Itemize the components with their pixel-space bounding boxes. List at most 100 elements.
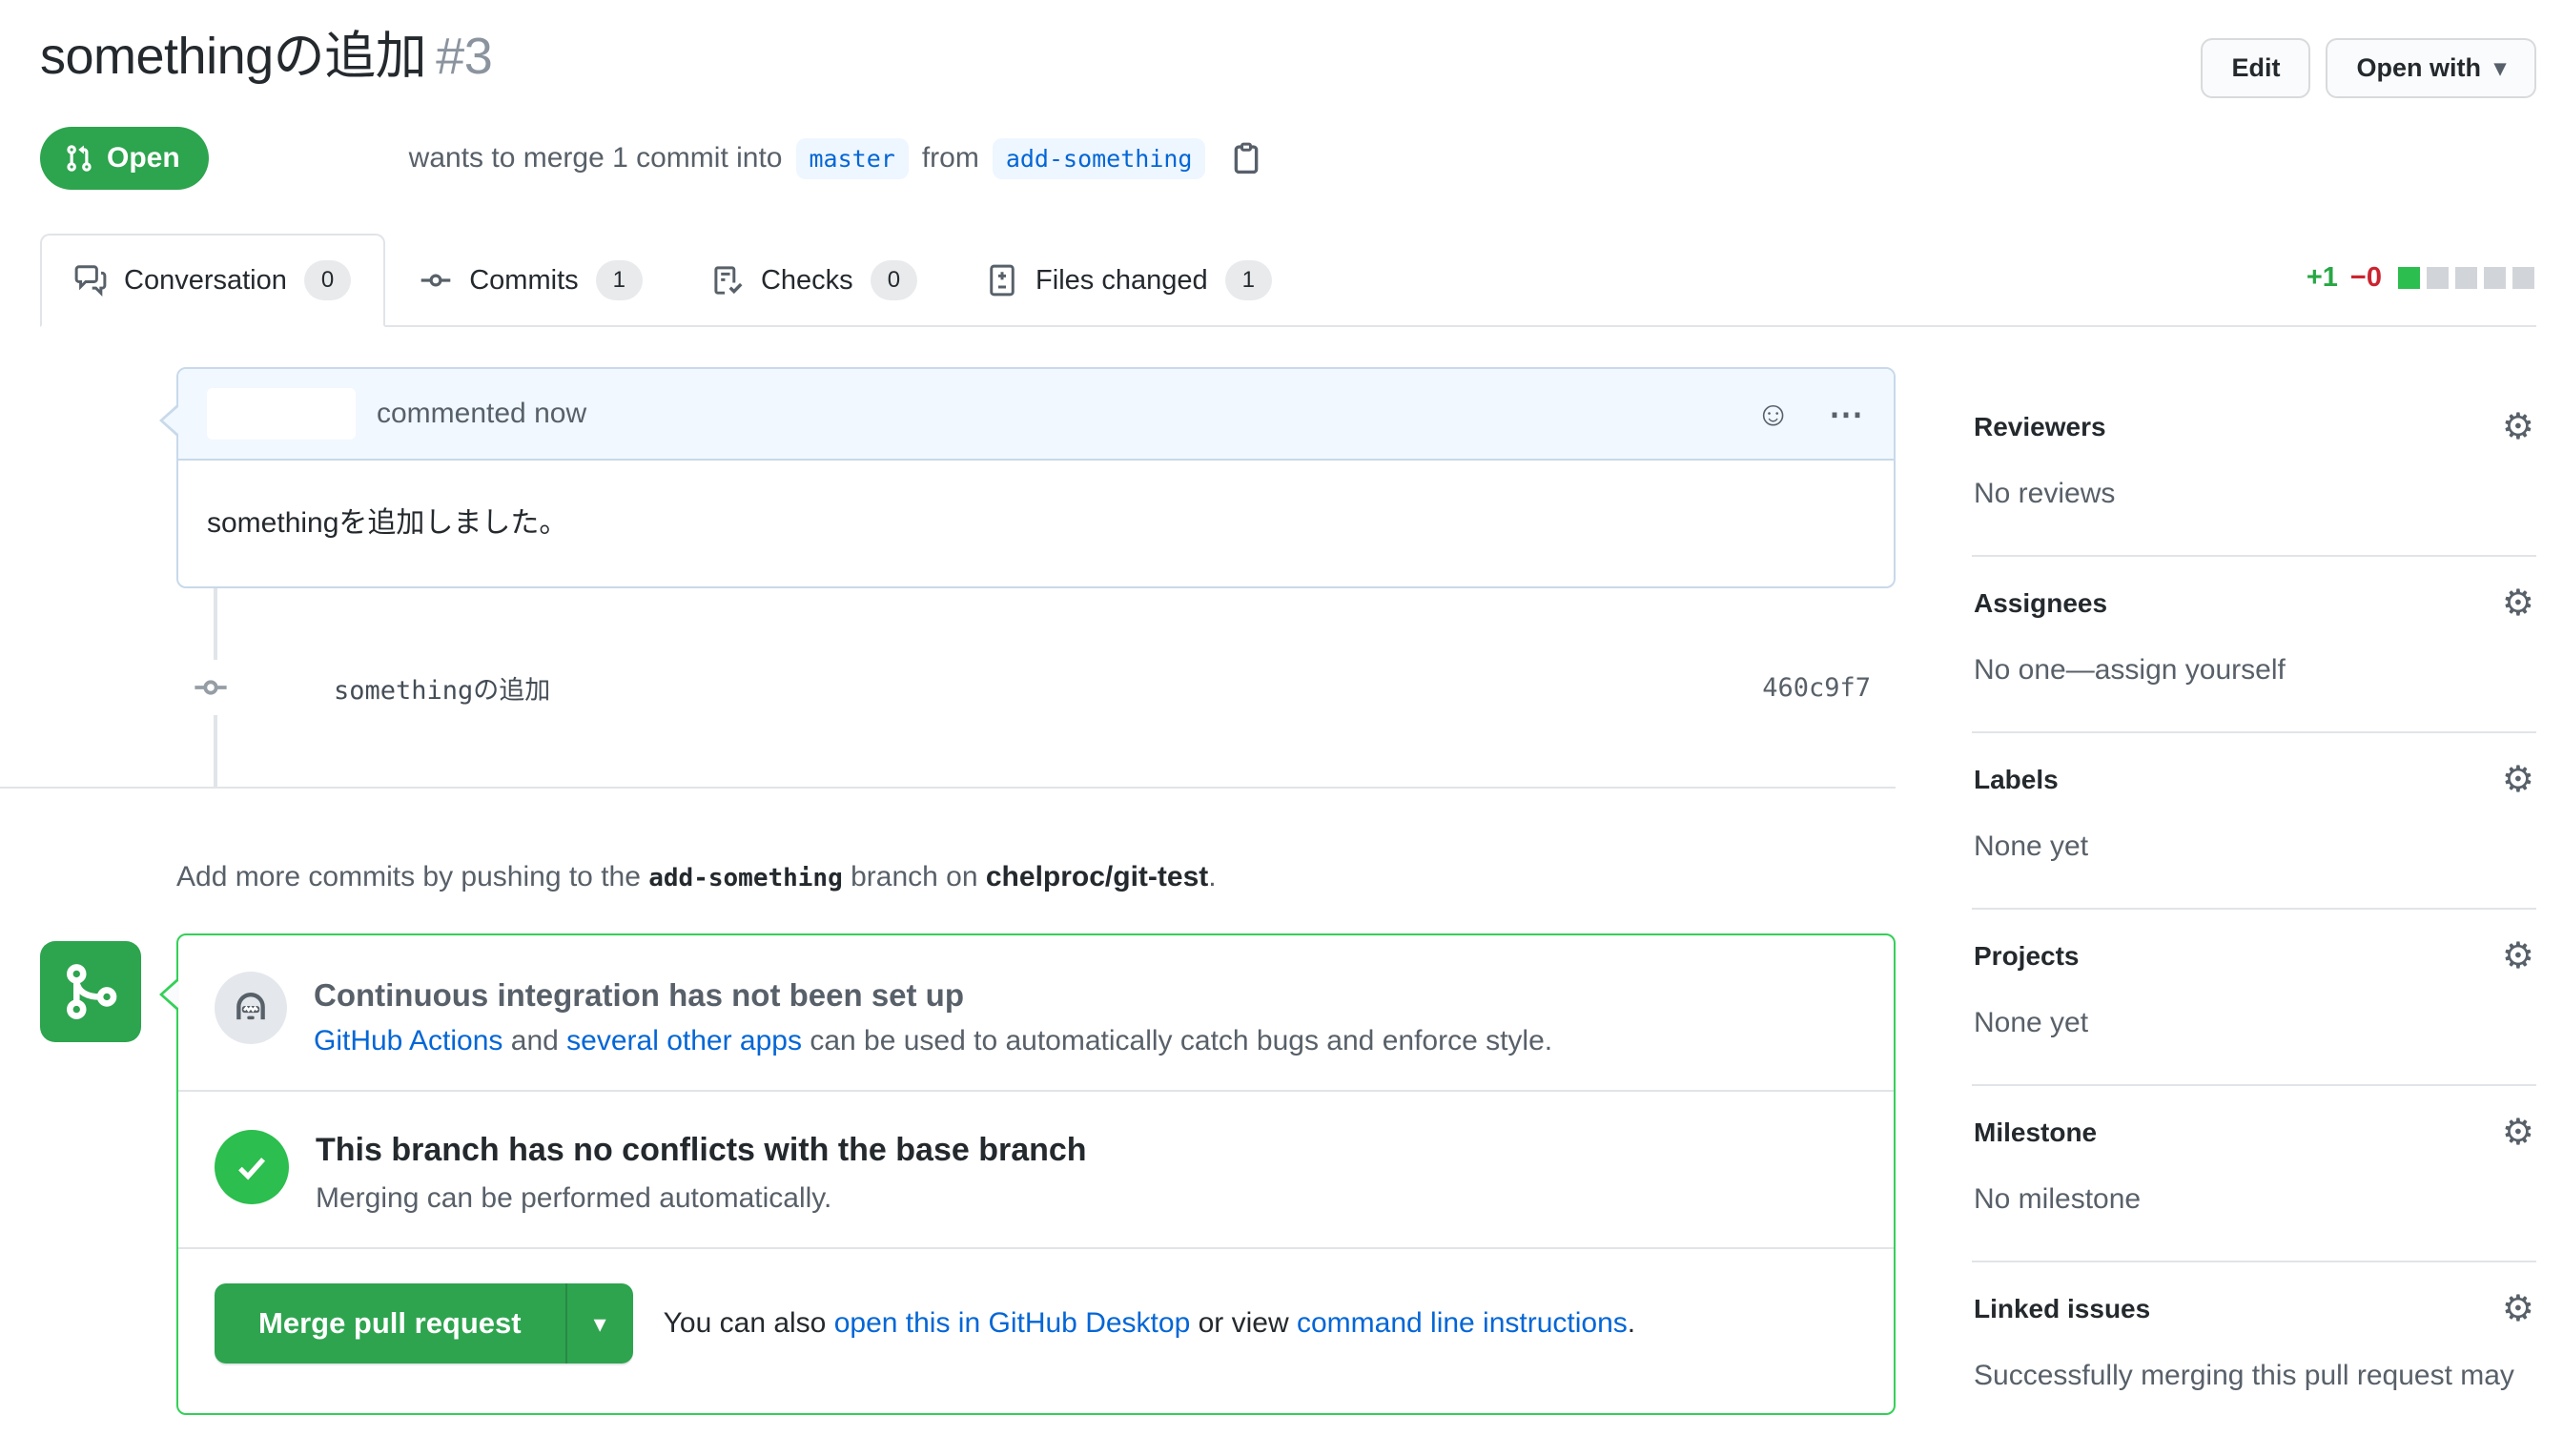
merge-box: Continuous integration has not been set … (176, 933, 1896, 1415)
diff-block-neutral (2455, 267, 2477, 289)
sidebar-label: Projects (1974, 941, 2080, 972)
ci-title: Continuous integration has not been set … (314, 977, 1552, 1014)
sidebar-label: Milestone (1974, 1118, 2097, 1148)
chevron-down-icon: ▾ (594, 1311, 606, 1336)
conflict-title: This branch has no conflicts with the ba… (316, 1132, 1087, 1169)
gear-icon[interactable]: ⚙ (2502, 762, 2534, 798)
kebab-menu-icon[interactable]: ⋯ (1829, 397, 1865, 431)
gear-icon[interactable]: ⚙ (2502, 1291, 2534, 1327)
repo-name: chelproc/git-test (986, 861, 1208, 892)
comment-body: somethingを追加しました。 (178, 461, 1894, 586)
timeline-divider (0, 787, 1896, 789)
sidebar-value: No milestone (1974, 1178, 2534, 1220)
comment-actions: ☺ ⋯ (1755, 397, 1865, 431)
push-hint-post: . (1208, 861, 1216, 892)
push-hint-pre: Add more commits by pushing to the (176, 861, 641, 892)
sidebar-item-labels: Labels ⚙ None yet (1972, 733, 2536, 910)
commit-message-link[interactable]: somethingの追加 (334, 669, 1762, 707)
page-title: somethingの追加#3 (40, 25, 2201, 90)
tab-checks[interactable]: Checks 0 (677, 234, 952, 327)
pr-number: #3 (436, 28, 492, 85)
alt-post: . (1628, 1307, 1635, 1339)
check-circle-icon (215, 1130, 289, 1204)
tab-label: Checks (761, 265, 853, 297)
diff-block-neutral (2484, 267, 2506, 289)
merge-options-dropdown[interactable]: ▾ (567, 1283, 633, 1364)
comment-timestamp: commented now (377, 398, 586, 430)
tab-count: 0 (304, 260, 351, 300)
sidebar-label: Linked issues (1974, 1294, 2150, 1324)
sidebar-item-projects: Projects ⚙ None yet (1972, 910, 2536, 1086)
status-badge-label: Open (107, 142, 180, 174)
tab-count: 1 (1225, 260, 1272, 300)
base-branch-label[interactable]: master (796, 138, 909, 179)
sidebar-item-milestone: Milestone ⚙ No milestone (1972, 1086, 2536, 1262)
pr-header: somethingの追加#3 Edit Open with▾ (40, 25, 2536, 98)
other-apps-link[interactable]: several other apps (566, 1025, 802, 1056)
push-hint: Add more commits by pushing to the add-s… (176, 861, 1896, 893)
tab-label: Commits (469, 265, 578, 297)
diffstat-additions: +1 (2307, 262, 2338, 294)
ci-description: GitHub Actions and several other apps ca… (314, 1025, 1552, 1057)
open-with-label: Open with (2356, 53, 2481, 83)
smiley-reaction-icon[interactable]: ☺ (1755, 397, 1791, 431)
github-desktop-link[interactable]: open this in GitHub Desktop (834, 1307, 1191, 1339)
tab-commits[interactable]: Commits 1 (385, 234, 677, 327)
tab-label: Conversation (124, 265, 287, 297)
alt-mid: or view (1190, 1307, 1297, 1339)
ci-text: Continuous integration has not been set … (314, 972, 1552, 1057)
gear-icon[interactable]: ⚙ (2502, 938, 2534, 974)
git-merge-icon (40, 941, 141, 1042)
merge-pull-request-button[interactable]: Merge pull request (215, 1283, 567, 1364)
tab-conversation[interactable]: Conversation 0 (40, 234, 385, 327)
open-with-button[interactable]: Open with▾ (2326, 38, 2536, 98)
pr-tab-bar: Conversation 0 Commits 1 (40, 234, 2536, 327)
commit-row: somethingの追加 460c9f7 (40, 660, 1896, 715)
merge-alternatives: You can also open this in GitHub Desktop… (664, 1307, 1635, 1340)
status-badge-open: Open (40, 127, 209, 190)
content-grid: commented now ☺ ⋯ somethingを追加しました。 (40, 367, 2536, 1437)
pr-title-text: somethingの追加 (40, 28, 426, 85)
copy-branch-clipboard-icon[interactable] (1230, 142, 1262, 174)
conflict-subtitle: Merging can be performed automatically. (316, 1182, 1087, 1215)
tab-count: 0 (871, 260, 917, 300)
comment-discussion-icon (74, 264, 107, 297)
sidebar-value: None yet (1974, 1001, 2534, 1044)
gear-icon[interactable]: ⚙ (2502, 409, 2534, 445)
github-actions-link[interactable]: GitHub Actions (314, 1025, 502, 1056)
pull-request-page: somethingの追加#3 Edit Open with▾ Open (0, 0, 2563, 1456)
git-pull-request-icon (65, 144, 93, 173)
commit-sha-link[interactable]: 460c9f7 (1762, 673, 1871, 703)
ci-post: can be used to automatically catch bugs … (802, 1025, 1552, 1056)
tab-files-changed[interactable]: Files changed 1 (952, 234, 1306, 327)
diff-block-added (2398, 267, 2420, 289)
header-buttons: Edit Open with▾ (2201, 38, 2536, 98)
sidebar-label: Labels (1974, 765, 2059, 795)
sidebar-label: Assignees (1974, 588, 2107, 619)
hubot-icon (215, 972, 287, 1044)
merge-summary: wants to merge 1 commit into master from… (409, 138, 1263, 179)
gear-icon[interactable]: ⚙ (2502, 1115, 2534, 1151)
sidebar-value: No reviews (1974, 472, 2534, 515)
ci-section: Continuous integration has not been set … (178, 935, 1894, 1090)
edit-button[interactable]: Edit (2201, 38, 2310, 98)
gear-icon[interactable]: ⚙ (2502, 585, 2534, 622)
merge-status-area: Continuous integration has not been set … (176, 933, 1896, 1415)
file-diff-icon (986, 264, 1018, 297)
sidebar-item-reviewers: Reviewers ⚙ No reviews (1972, 380, 2536, 557)
sidebar-label: Reviewers (1974, 412, 2106, 442)
sidebar-value: No one—assign yourself (1974, 648, 2534, 691)
git-commit-icon (193, 660, 229, 715)
alt-pre: You can also (664, 1307, 834, 1339)
head-branch-label[interactable]: add-something (993, 138, 1206, 179)
command-line-link[interactable]: command line instructions (1297, 1307, 1628, 1339)
diff-block-neutral (2427, 267, 2449, 289)
checklist-icon (711, 264, 744, 297)
comment-header: commented now ☺ ⋯ (178, 369, 1894, 461)
merge-split-button: Merge pull request ▾ (215, 1283, 633, 1364)
sidebar-value: None yet (1974, 825, 2534, 868)
pr-meta-row: Open wants to merge 1 commit into master… (40, 127, 2536, 190)
tab-count: 1 (596, 260, 643, 300)
commenter-name-redacted (207, 388, 356, 440)
push-hint-mid: branch on (851, 861, 977, 892)
